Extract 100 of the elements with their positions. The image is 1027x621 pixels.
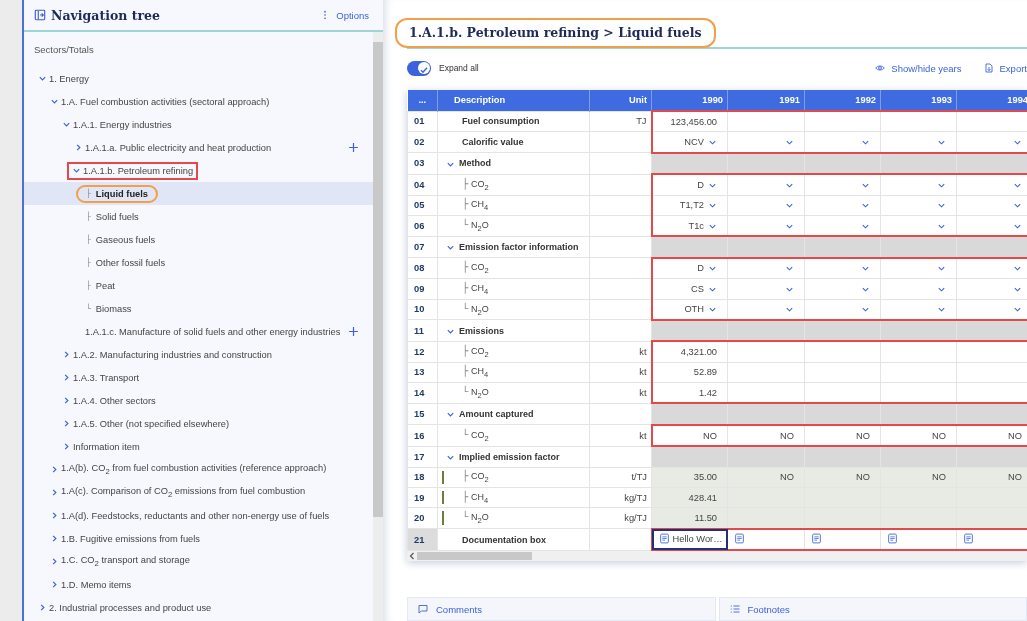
row-number: 11 <box>407 319 438 342</box>
chevron-down-icon[interactable] <box>446 243 455 253</box>
status-bar-mark <box>442 511 444 526</box>
unit-cell: t/TJ <box>589 467 652 488</box>
chevron-left-icon[interactable] <box>407 551 417 562</box>
dropdown-cell[interactable]: D <box>651 174 728 196</box>
tree-item[interactable]: 1.A.1. Energy industries <box>24 113 373 136</box>
chevron-right-icon[interactable] <box>62 419 71 428</box>
value-cell[interactable]: 4,321.00 <box>651 341 728 363</box>
tree-item[interactable]: 1.A(d). Feedstocks, reductants and other non-energy use of fuels <box>24 504 373 527</box>
value-cell[interactable] <box>804 111 881 132</box>
description-cell: └ N$_{2}$O <box>437 215 590 237</box>
chevron-right-icon[interactable] <box>50 534 59 543</box>
value-cell[interactable] <box>880 111 957 132</box>
list-icon <box>729 604 740 614</box>
column-header[interactable]: ... <box>407 90 438 111</box>
value-cell[interactable]: 52.89 <box>651 362 728 383</box>
chevron-down-icon[interactable] <box>38 74 47 83</box>
toggle-switch[interactable] <box>407 60 431 76</box>
chevron-down-icon <box>708 305 717 315</box>
value-cell[interactable] <box>804 341 881 363</box>
tree-item[interactable]: ├ Liquid fuels <box>24 182 373 205</box>
tree-item[interactable]: 1.A.2. Manufacturing industries and construction <box>24 343 373 366</box>
tree-item[interactable]: 2. Industrial processes and product use <box>24 596 373 619</box>
chevron-right-icon[interactable] <box>50 511 59 520</box>
add-icon[interactable] <box>348 142 359 153</box>
panel-icon <box>34 9 46 21</box>
tree-item[interactable]: 1. Energy <box>24 67 373 90</box>
tree-item[interactable]: 1.A.1.a. Public electricity and heat production <box>24 136 373 159</box>
chevron-down-icon <box>937 138 946 148</box>
add-icon[interactable] <box>348 326 359 337</box>
dropdown-cell[interactable] <box>804 257 881 279</box>
dropdown-cell[interactable]: D <box>651 257 728 279</box>
chevron-right-icon[interactable] <box>62 350 71 359</box>
options-link[interactable]: Options <box>336 9 369 21</box>
tree-item[interactable]: ├ Gaseous fuels <box>24 228 373 251</box>
dropdown-cell[interactable]: CS <box>651 278 728 299</box>
chevron-right-icon[interactable] <box>62 373 71 382</box>
tree-item[interactable]: 1.A.3. Transport <box>24 366 373 389</box>
dropdown-cell[interactable] <box>956 174 1027 196</box>
comment-icon <box>418 604 428 614</box>
value-cell[interactable]: NO <box>651 424 728 447</box>
column-header[interactable]: Description <box>437 90 590 111</box>
dropdown-cell[interactable] <box>880 257 957 279</box>
value-cell[interactable] <box>727 111 805 132</box>
value-cell[interactable]: 123,456.00 <box>651 111 728 132</box>
value-cell[interactable] <box>727 341 805 363</box>
tree-item[interactable]: ├ Other fossil fuels <box>24 251 373 274</box>
chevron-down-icon[interactable] <box>62 120 71 129</box>
dropdown-cell[interactable]: OTH <box>651 299 728 320</box>
show-hide-years-link[interactable]: Show/hide years <box>875 62 962 74</box>
tree-item[interactable]: ├ Solid fuels <box>24 205 373 228</box>
tree-item[interactable]: 1.A.1.c. Manufacture of solid fuels and other energy industries <box>24 320 373 343</box>
dropdown-cell[interactable] <box>804 174 881 196</box>
documentation-cell[interactable]: Hello Wor… <box>651 528 728 551</box>
chevron-down-icon[interactable] <box>72 166 81 175</box>
tree-item[interactable]: 1.D. Memo items <box>24 573 373 596</box>
dropdown-cell[interactable]: T1,T2 <box>651 195 728 216</box>
chevron-right-icon[interactable] <box>62 442 71 451</box>
scrollbar[interactable] <box>373 32 383 621</box>
tree-item[interactable]: └ Biomass <box>24 297 373 320</box>
dropdown-cell[interactable] <box>956 257 1027 279</box>
value-cell[interactable] <box>956 111 1027 132</box>
chevron-right-icon[interactable] <box>38 603 47 612</box>
chevron-right-icon[interactable] <box>50 465 59 474</box>
dropdown-cell[interactable] <box>727 174 805 196</box>
row-number: 18 <box>407 467 438 488</box>
chevron-right-icon[interactable] <box>50 580 59 589</box>
scrollbar[interactable] <box>407 551 1027 562</box>
chevron-down-icon <box>861 138 870 148</box>
value-cell[interactable] <box>880 341 957 363</box>
tree-item[interactable]: 1.C. CO$_{2}$ transport and storage <box>24 550 373 573</box>
more-icon[interactable] <box>323 10 328 20</box>
description-cell: ├ CO$_{2}$ <box>437 257 590 279</box>
chevron-right-icon[interactable] <box>62 396 71 405</box>
footnotes-tab[interactable]: Footnotes <box>718 597 1027 621</box>
chevron-down-icon[interactable] <box>446 410 455 420</box>
description-cell: Emission factor information <box>437 236 590 258</box>
dropdown-cell[interactable]: NCV <box>651 131 728 153</box>
tree-item[interactable]: 1.A(b). CO$_{2}$ from fuel combustion activities (reference approach) <box>24 458 373 481</box>
export-link[interactable]: Export <box>983 62 1027 74</box>
value-cell[interactable] <box>956 341 1027 363</box>
chevron-right-icon[interactable] <box>50 488 59 497</box>
chevron-right-icon[interactable] <box>74 143 83 152</box>
status-bar-mark <box>442 491 444 505</box>
chevron-down-icon[interactable] <box>50 97 59 106</box>
tree-item[interactable]: 1.A(c). Comparison of CO$_{2}$ emissions from fuel combustion <box>24 481 373 504</box>
dropdown-cell[interactable] <box>727 257 805 279</box>
tree-item[interactable]: 1.B. Fugitive emissions from fuels <box>24 527 373 550</box>
tree-item[interactable]: Information item <box>24 435 373 458</box>
chevron-right-icon[interactable] <box>50 557 59 566</box>
dropdown-cell[interactable] <box>880 174 957 196</box>
tree-item[interactable]: 1.A.1.b. Petroleum refining <box>24 159 373 182</box>
tree-item[interactable]: 1.A.5. Other (not specified elsewhere) <box>24 412 373 435</box>
tree-item[interactable]: ├ Peat <box>24 274 373 297</box>
comments-tab[interactable]: Comments <box>407 597 716 621</box>
tree-item[interactable]: 1.A.4. Other sectors <box>24 389 373 412</box>
tree-item[interactable]: 1.A. Fuel combustion activities (sectoral approach) <box>24 90 373 113</box>
column-header[interactable]: Unit <box>589 90 652 111</box>
description-cell: └ N$_{2}$O <box>437 507 590 529</box>
